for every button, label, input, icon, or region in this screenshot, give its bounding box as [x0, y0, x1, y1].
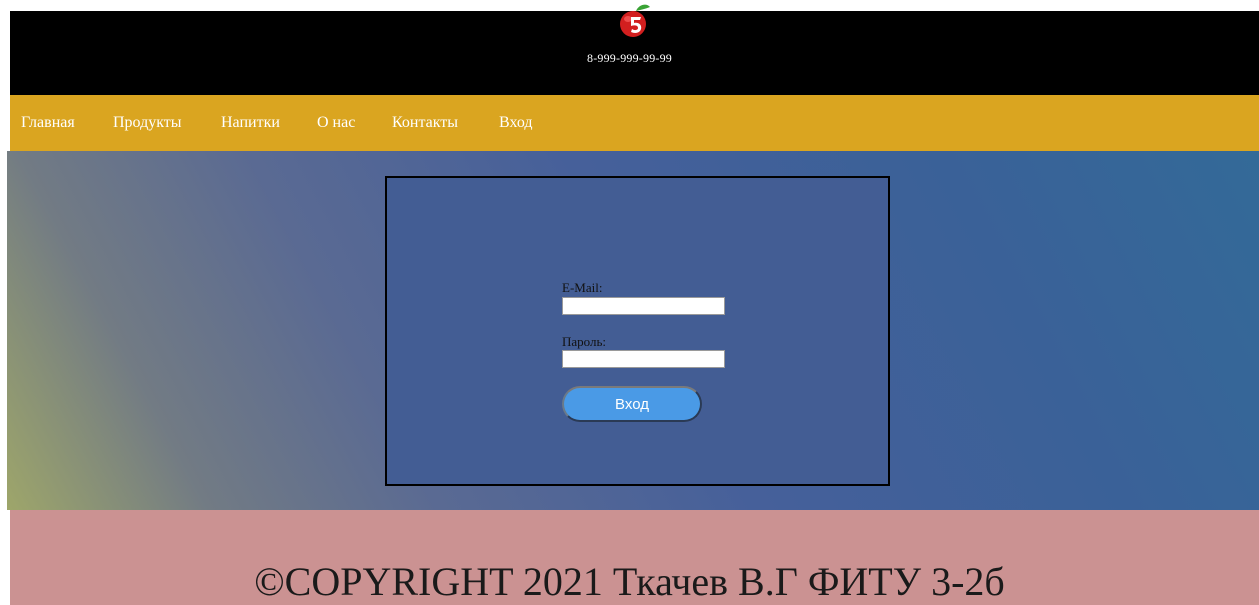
page: 8-999-999-99-99 Главная Продукты Напитки…: [0, 0, 1259, 605]
apple-5-logo-icon[interactable]: [609, 0, 657, 40]
nav-item-contacts[interactable]: Контакты: [392, 114, 458, 132]
login-submit-button[interactable]: Вход: [562, 386, 702, 422]
nav-item-login[interactable]: Вход: [499, 114, 533, 132]
footer-copyright: ©COPYRIGHT 2021 Ткачев В.Г ФИТУ 3-2б: [254, 559, 1005, 604]
nav-item-products[interactable]: Продукты: [113, 114, 182, 132]
nav-item-about[interactable]: О нас: [317, 114, 355, 132]
password-label: Пароль:: [562, 334, 607, 349]
password-field[interactable]: [562, 350, 725, 368]
header-phone: 8-999-999-99-99: [587, 51, 672, 65]
main-nav: Главная Продукты Напитки О нас Контакты …: [10, 95, 1259, 151]
nav-item-home[interactable]: Главная: [21, 114, 75, 132]
email-label: E-Mail:: [562, 280, 603, 295]
nav-item-drinks[interactable]: Напитки: [221, 114, 280, 132]
email-field[interactable]: [562, 297, 725, 315]
login-form-box: [385, 176, 890, 486]
